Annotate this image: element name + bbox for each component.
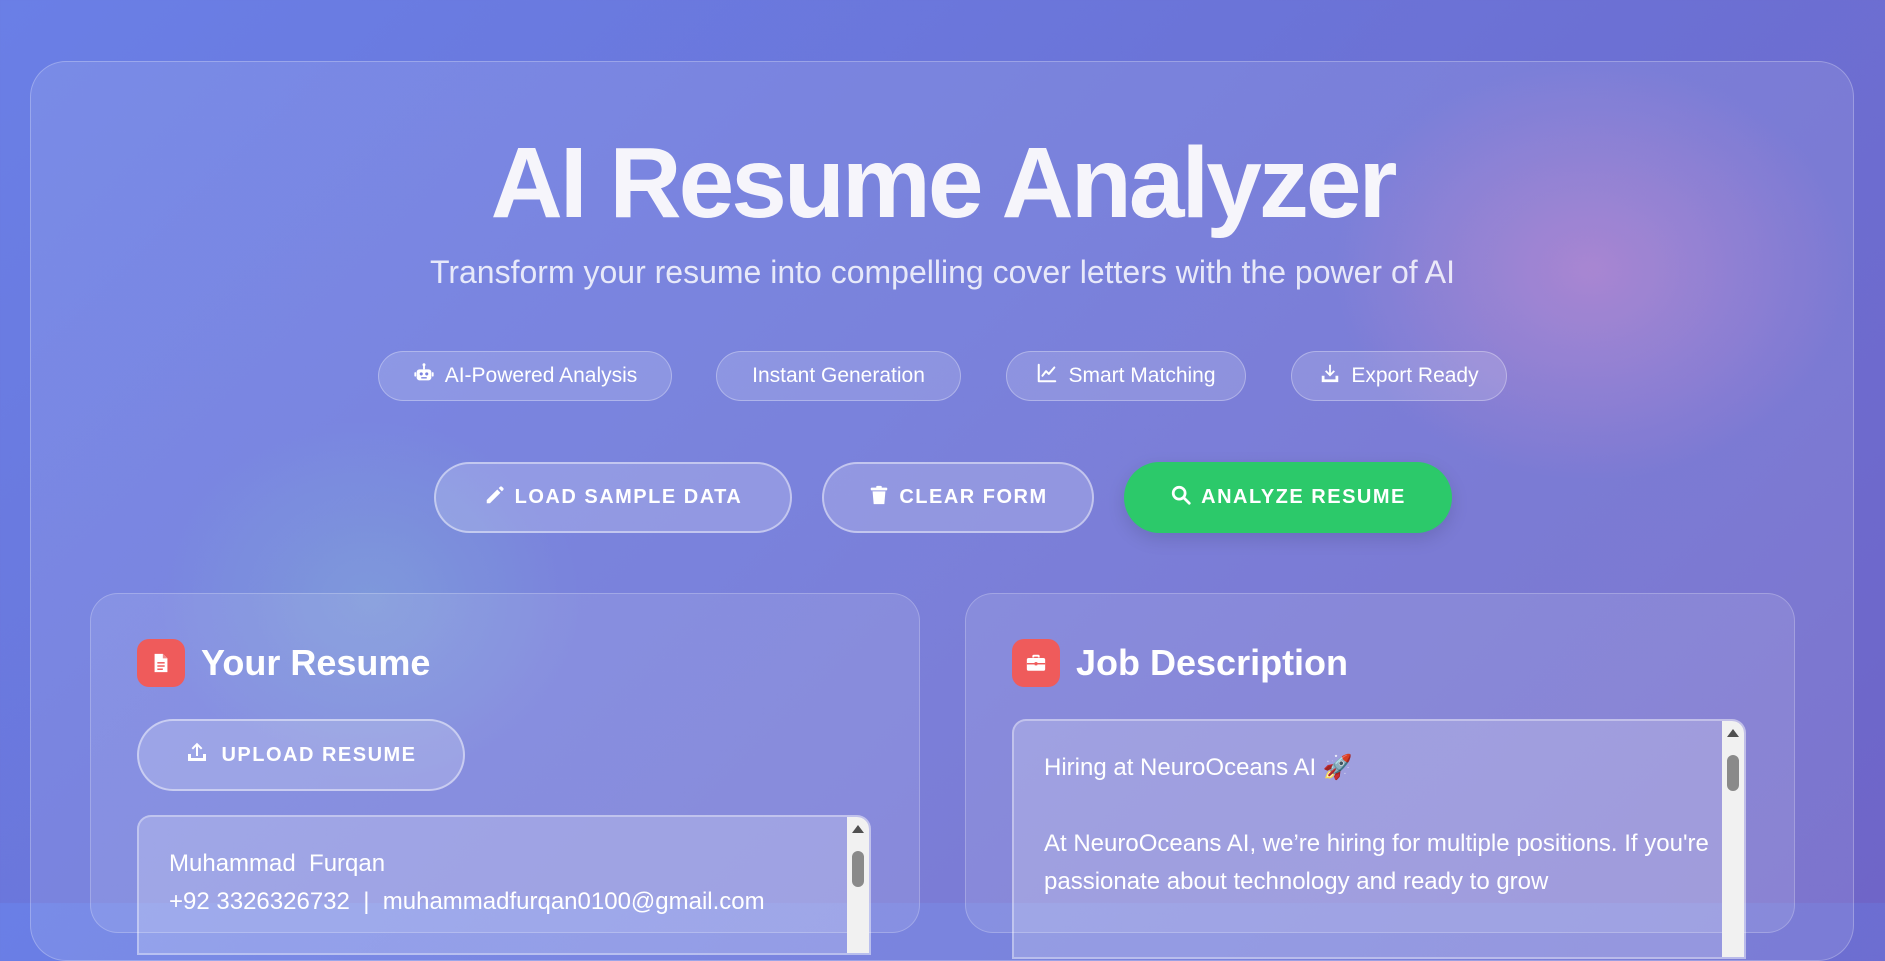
analyze-resume-button[interactable]: ANALYZE RESUME <box>1124 462 1452 533</box>
scroll-up-arrow-icon[interactable] <box>852 825 864 833</box>
job-description-text: Hiring at NeuroOceans AI 🚀 At NeuroOcean… <box>1044 754 1709 895</box>
document-icon <box>137 639 185 687</box>
feature-label: AI-Powered Analysis <box>444 364 638 387</box>
briefcase-icon <box>1012 639 1060 687</box>
button-label: LOAD SAMPLE DATA <box>514 486 743 508</box>
pencil-icon <box>484 484 506 512</box>
scroll-thumb[interactable] <box>852 851 864 887</box>
button-label: CLEAR FORM <box>899 486 1048 508</box>
job-panel-title: Job Description <box>1076 642 1349 683</box>
scroll-thumb[interactable] <box>1727 755 1739 791</box>
job-description-panel: Job Description Hiring at NeuroOceans AI… <box>965 593 1795 959</box>
job-description-textarea[interactable]: Hiring at NeuroOceans AI 🚀 At NeuroOcean… <box>1012 719 1746 959</box>
feature-label: Instant Generation <box>752 364 925 387</box>
page-subtitle: Transform your resume into compelling co… <box>429 254 1455 290</box>
feature-label: Export Ready <box>1351 364 1479 387</box>
load-sample-data-button[interactable]: LOAD SAMPLE DATA <box>434 462 792 533</box>
resume-textarea[interactable]: Muhammad Furqan +92 3326326732 | muhamma… <box>137 815 871 955</box>
page-title: AI Resume Analyzer <box>490 127 1398 239</box>
upload-resume-button[interactable]: UPLOAD RESUME <box>137 719 465 791</box>
button-label: ANALYZE RESUME <box>1201 486 1406 508</box>
feature-pill-instant-generation: Instant Generation <box>716 351 961 401</box>
resume-scrollbar[interactable] <box>847 817 869 953</box>
resume-panel-header: Your Resume <box>137 639 430 687</box>
search-icon <box>1170 484 1192 512</box>
upload-icon <box>185 740 209 770</box>
trash-icon <box>868 484 890 512</box>
job-description-scrollbar[interactable] <box>1722 721 1744 957</box>
button-label: UPLOAD RESUME <box>221 743 417 766</box>
chart-line-icon <box>1036 362 1058 390</box>
feature-pill-smart-matching: Smart Matching <box>1006 351 1246 401</box>
feature-pill-ai-analysis: AI-Powered Analysis <box>378 351 672 401</box>
feature-label: Smart Matching <box>1068 364 1216 387</box>
clear-form-button[interactable]: CLEAR FORM <box>822 462 1094 533</box>
resume-panel-title: Your Resume <box>201 642 431 683</box>
feature-pill-export-ready: Export Ready <box>1291 351 1507 401</box>
robot-icon <box>413 362 435 390</box>
resume-panel: Your Resume UPLOAD RESUME Muhammad Furqa… <box>90 593 920 955</box>
download-icon <box>1319 362 1341 390</box>
resume-text: Muhammad Furqan +92 3326326732 | muhamma… <box>169 850 765 915</box>
scroll-up-arrow-icon[interactable] <box>1727 729 1739 737</box>
job-panel-header: Job Description <box>1012 639 1348 687</box>
